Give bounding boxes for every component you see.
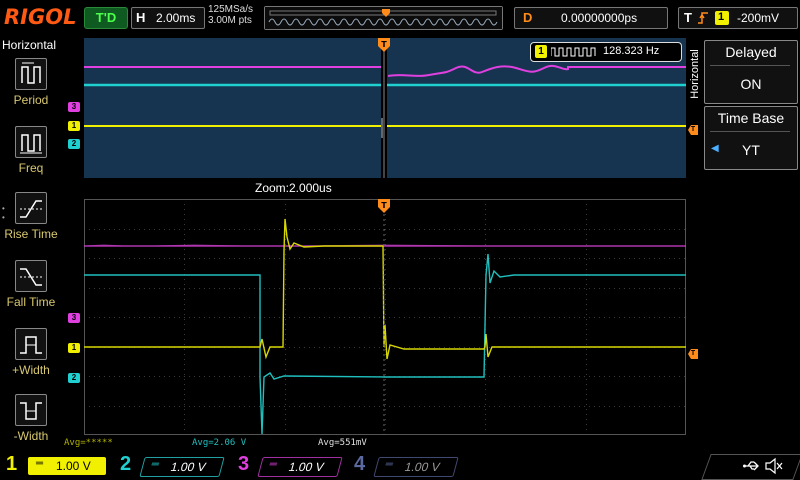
left-measure-menu: Horizontal Period Freq Rise Time Fall Ti… (0, 36, 62, 452)
measure-neg-width-button[interactable]: -Width (0, 394, 62, 443)
measurement-ch3-avg: Avg=551mV (318, 438, 367, 448)
measure-period-button[interactable]: Period (0, 58, 62, 107)
overview-ch2-marker[interactable]: 2 (68, 139, 80, 149)
rise-time-label: Rise Time (4, 227, 58, 241)
channel-1-scale: ═ 1.00 V (28, 457, 106, 475)
delayed-title: Delayed (725, 44, 777, 60)
trigger-source-icon: 1 (715, 11, 729, 25)
horizontal-scale-box[interactable]: H 2.00ms (131, 7, 205, 29)
freq-label: Freq (18, 161, 44, 175)
delay-label: D (523, 10, 533, 25)
measure-pos-width-button[interactable]: +Width (0, 328, 62, 377)
page-indicator-dots: • • (2, 204, 5, 222)
zoom-ch3-marker[interactable]: 3 (68, 313, 80, 323)
svg-text:T: T (381, 201, 387, 210)
channel-1-scale-value: 1.00 V (56, 459, 91, 473)
zoom-ch2-marker[interactable]: 2 (68, 373, 80, 383)
overview-trigger-marker[interactable]: T (378, 38, 390, 52)
overview-window[interactable]: T 1 128.323 Hz (84, 38, 686, 178)
zoom-ch1-marker[interactable]: 1 (68, 343, 80, 353)
acquisition-info: 125MSa/s 3.00M pts (208, 4, 253, 26)
channel-1-tab[interactable]: 1 ═ 1.00 V (6, 453, 110, 478)
zoom-trigger-level-marker[interactable]: T (688, 349, 698, 359)
time-base-button[interactable]: Time Base ◀ YT (704, 106, 798, 170)
delayed-value: ON (740, 76, 762, 92)
fall-time-icon (15, 260, 47, 292)
memory-depth: 3.00M pts (208, 15, 252, 26)
horizontal-scale-value: 2.00ms (156, 11, 196, 25)
period-icon (15, 58, 47, 90)
channel-4-number: 4 (354, 453, 366, 475)
trigger-level-value: -200mV (737, 11, 780, 25)
left-menu-title: Horizontal (2, 38, 57, 52)
right-menu-side-label: Horizontal (689, 49, 701, 99)
top-status-bar: RIGOL T'D H 2.00ms 125MSa/s 3.00M pts D … (0, 0, 800, 36)
period-label: Period (13, 93, 49, 107)
time-base-value: YT (742, 142, 760, 158)
sample-rate: 125MSa/s (208, 4, 254, 15)
square-wave-icon (551, 47, 596, 57)
trigger-label: T (684, 10, 692, 25)
channel-3-number: 3 (238, 453, 250, 475)
zoom-trigger-marker[interactable]: T (378, 199, 390, 213)
time-base-title: Time Base (717, 110, 785, 126)
measurement-ch2-avg: Avg=2.06 V (192, 438, 247, 448)
right-menu-side-label-wrap: Horizontal (688, 40, 702, 110)
measure-rise-time-button[interactable]: Rise Time (0, 192, 62, 241)
channel-2-scale-value: 1.00 V (169, 460, 208, 474)
memory-overview-strip[interactable] (264, 6, 503, 30)
neg-width-label: -Width (13, 429, 49, 443)
speaker-muted-icon[interactable] (764, 457, 784, 475)
freq-counter-value: 128.323 Hz (603, 45, 660, 57)
svg-text:T: T (381, 40, 387, 49)
fall-time-label: Fall Time (6, 295, 56, 309)
channel-4-scale-value: 1.00 V (403, 460, 442, 474)
channel-2-number: 2 (120, 453, 132, 475)
neg-width-icon (15, 394, 47, 426)
zoom-label: Zoom:2.000us (255, 181, 332, 195)
rigol-logo: RIGOL (4, 5, 77, 29)
horizontal-label: H (136, 10, 146, 25)
measurement-ch1-avg: Avg=***** (64, 438, 113, 448)
usb-icon (742, 457, 760, 475)
freq-counter-channel: 1 (535, 45, 547, 58)
measure-freq-button[interactable]: Freq (0, 126, 62, 175)
overview-ch1-marker[interactable]: 1 (68, 121, 80, 131)
trigger-status[interactable]: T'D (84, 7, 128, 29)
pos-width-icon (15, 328, 47, 360)
pos-width-label: +Width (12, 363, 50, 377)
channel-status-bar: 1 ═ 1.00 V 2 ═ 1.00 V 3 ═ 1.00 V 4 ═ 1.0… (0, 452, 800, 480)
delay-box[interactable]: D 0.00000000ps (514, 7, 668, 29)
zoom-waveform-area (83, 199, 686, 435)
channel-2-scale: ═ 1.00 V (139, 457, 225, 477)
channel-4-scale: ═ 1.00 V (373, 457, 459, 477)
channel-3-scale-value: 1.00 V (287, 460, 326, 474)
channel-1-number: 1 (6, 453, 18, 475)
frequency-counter-badge[interactable]: 1 128.323 Hz (530, 42, 682, 62)
channel-3-scale: ═ 1.00 V (257, 457, 343, 477)
channel-3-tab[interactable]: 3 ═ 1.00 V (238, 453, 348, 478)
rising-edge-icon (698, 12, 708, 24)
delay-value: 0.00000000ps (561, 11, 638, 25)
channel-2-tab[interactable]: 2 ═ 1.00 V (120, 453, 230, 478)
trigger-box[interactable]: T 1 -200mV (678, 7, 798, 29)
delayed-button[interactable]: Delayed ON (704, 40, 798, 104)
measure-fall-time-button[interactable]: Fall Time (0, 260, 62, 309)
overview-trigger-level-marker[interactable]: T (688, 125, 698, 135)
overview-ch3-marker[interactable]: 3 (68, 102, 80, 112)
rise-time-icon (15, 192, 47, 224)
freq-icon (15, 126, 47, 158)
memory-waveform-icon (265, 7, 502, 29)
zoom-window[interactable]: T (83, 199, 686, 435)
channel-4-tab[interactable]: 4 ═ 1.00 V (354, 453, 464, 478)
